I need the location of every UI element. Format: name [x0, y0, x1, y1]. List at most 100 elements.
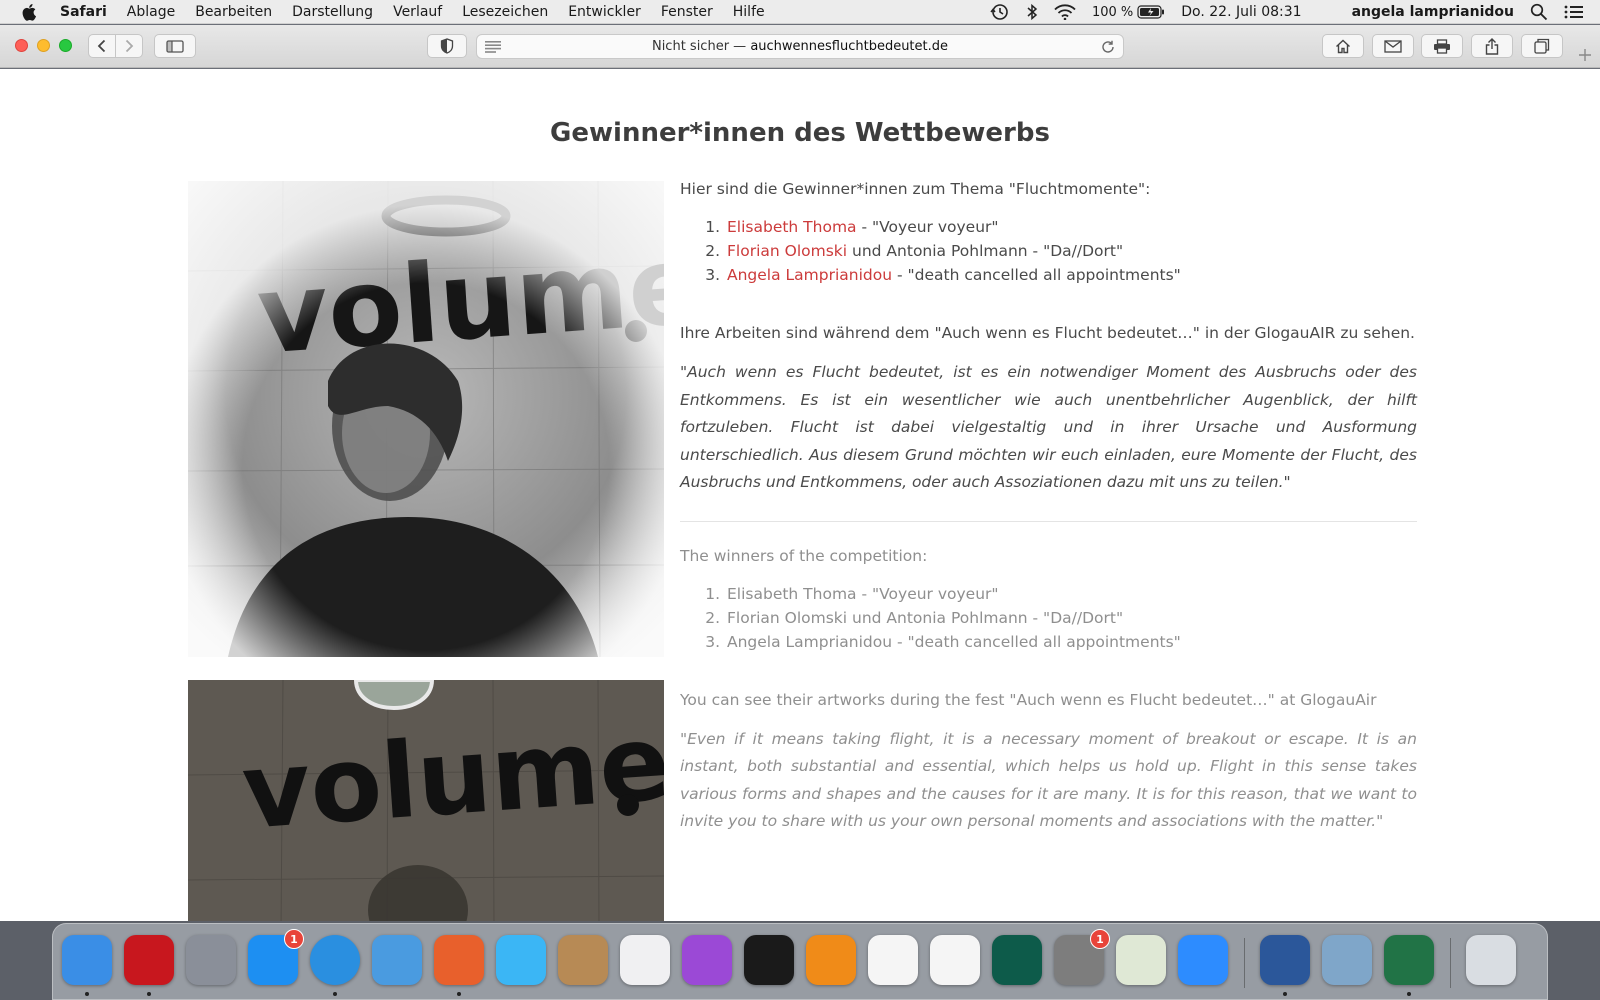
browser-toolbar: Nicht sicher — auchwennesfluchtbedeutet.…	[0, 25, 1600, 68]
exhibit-note-de: Ihre Arbeiten sind während dem "Auch wen…	[680, 324, 1415, 342]
app-store-icon[interactable]: 1	[248, 929, 304, 985]
mail-share-button[interactable]	[1372, 34, 1414, 58]
maps-icon[interactable]	[1116, 935, 1166, 985]
share-icon	[1485, 37, 1499, 55]
winner-link-angela-lamprianidou[interactable]: Angela Lamprianidou	[727, 266, 892, 284]
privacy-report-button[interactable]	[427, 34, 467, 58]
keyboard-input-flag-icon[interactable]	[1318, 6, 1336, 18]
call-quote-en: "Even if it means taking flight, it is a…	[680, 729, 1417, 831]
menu-ablage[interactable]: Ablage	[127, 4, 175, 20]
imovie-icon[interactable]	[868, 935, 918, 985]
share-button[interactable]	[1471, 34, 1513, 58]
list-item: Florian Olomski und Antonia Pohlmann - "…	[725, 606, 1417, 630]
printer-icon	[1434, 38, 1450, 54]
user-name[interactable]: angela lamprianidou	[1352, 4, 1514, 20]
wifi-icon[interactable]	[1054, 4, 1076, 20]
running-indicator-dot	[1407, 992, 1411, 996]
winner-link-elisabeth-thoma[interactable]: Elisabeth Thoma	[727, 218, 857, 236]
tabs-icon	[1534, 38, 1550, 54]
list-item: Elisabeth Thoma - "Voyeur voyeur"	[725, 582, 1417, 606]
menu-entwickler[interactable]: Entwickler	[568, 4, 641, 20]
contacts-icon[interactable]	[558, 935, 608, 985]
finder-icon[interactable]	[62, 935, 112, 985]
zoom-icon[interactable]	[1178, 935, 1228, 985]
battery-percent[interactable]: 100 %	[1092, 5, 1133, 20]
notification-center-icon[interactable]	[1564, 4, 1584, 20]
podcasts-icon[interactable]	[682, 935, 732, 985]
winner-link-florian-olomski[interactable]: Florian Olomski	[727, 242, 847, 260]
back-button[interactable]	[88, 34, 116, 58]
winners-list-en: Elisabeth Thoma - "Voyeur voyeur" Floria…	[725, 582, 1417, 654]
print-button[interactable]	[1421, 34, 1463, 58]
time-machine-status-icon[interactable]	[990, 3, 1010, 21]
messages-icon[interactable]	[496, 935, 546, 985]
language-divider	[680, 520, 1417, 522]
menu-darstellung[interactable]: Darstellung	[292, 4, 373, 20]
tv-icon[interactable]	[744, 935, 794, 985]
running-indicator-dot	[1283, 992, 1287, 996]
preview-icon[interactable]	[1322, 935, 1372, 985]
address-domain: auchwennesfluchtbedeutet.de	[750, 39, 949, 54]
reader-view-icon[interactable]	[485, 41, 501, 57]
system-preferences-icon[interactable]: 1	[1054, 929, 1110, 985]
battery-icon[interactable]	[1137, 5, 1165, 19]
trash-icon[interactable]	[1466, 935, 1516, 985]
music-icon[interactable]	[620, 935, 670, 985]
notification-badge: 1	[284, 929, 304, 949]
plus-icon	[1579, 49, 1591, 61]
sidebar-icon	[166, 39, 184, 53]
mail-icon[interactable]	[372, 935, 422, 985]
artwork-photo: volume	[188, 680, 664, 921]
word-icon[interactable]	[1260, 935, 1310, 985]
winners-intro-de: Hier sind die Gewinner*innen zum Thema "…	[680, 180, 1151, 198]
running-indicator-dot	[85, 992, 89, 996]
list-item: Florian Olomski und Antonia Pohlmann - "…	[725, 239, 1417, 263]
forward-button[interactable]	[115, 34, 143, 58]
winners-intro-en: The winners of the competition:	[680, 546, 928, 565]
sidebar-toggle-button[interactable]	[154, 34, 196, 58]
envelope-icon	[1384, 39, 1402, 53]
tab-overview-button[interactable]	[1521, 34, 1563, 58]
firefox-icon[interactable]	[434, 935, 484, 985]
excel-icon[interactable]	[1384, 935, 1434, 985]
apple-menu-icon[interactable]	[22, 3, 42, 21]
home-button[interactable]	[1322, 34, 1364, 58]
list-item: Elisabeth Thoma - "Voyeur voyeur"	[725, 215, 1417, 239]
zoom-window-button[interactable]	[59, 39, 72, 52]
reload-icon[interactable]	[1101, 40, 1115, 58]
menu-hilfe[interactable]: Hilfe	[733, 4, 765, 20]
time-machine-icon[interactable]	[992, 935, 1042, 985]
shield-icon	[440, 38, 454, 54]
spotlight-search-icon[interactable]	[1530, 3, 1548, 21]
safari-icon[interactable]	[310, 935, 360, 985]
minimize-window-button[interactable]	[37, 39, 50, 52]
menu-verlauf[interactable]: Verlauf	[393, 4, 442, 20]
list-item: Angela Lamprianidou - "death cancelled a…	[725, 630, 1417, 654]
dock-divider	[1244, 938, 1245, 988]
photos-icon[interactable]	[930, 935, 980, 985]
exhibit-note-en: You can see their artworks during the fe…	[680, 690, 1377, 709]
new-tab-button[interactable]	[1574, 43, 1596, 67]
acrobat-icon[interactable]	[124, 935, 174, 985]
chevron-left-icon	[97, 39, 106, 53]
dock-divider	[1450, 938, 1451, 988]
running-indicator-dot	[147, 992, 151, 996]
running-indicator-dot	[457, 992, 461, 996]
home-icon	[1336, 39, 1350, 53]
page-title: Gewinner*innen des Wettbewerbs	[550, 118, 1050, 148]
menu-bearbeiten[interactable]: Bearbeiten	[195, 4, 272, 20]
menu-lesezeichen[interactable]: Lesezeichen	[462, 4, 548, 20]
close-window-button[interactable]	[15, 39, 28, 52]
address-bar[interactable]: Nicht sicher — auchwennesfluchtbedeutet.…	[476, 34, 1124, 59]
launchpad-icon[interactable]	[186, 935, 236, 985]
bluetooth-icon[interactable]	[1026, 3, 1038, 21]
article-content: Hier sind die Gewinner*innen zum Thema "…	[680, 177, 1417, 850]
menu-fenster[interactable]: Fenster	[661, 4, 713, 20]
winners-list-de: Elisabeth Thoma - "Voyeur voyeur" Floria…	[725, 215, 1417, 287]
notification-badge: 1	[1090, 929, 1110, 949]
artwork-photo: volume	[188, 181, 664, 657]
menu-app-name[interactable]: Safari	[60, 4, 107, 20]
clock-datetime[interactable]: Do. 22. Juli 08:31	[1181, 4, 1301, 20]
winner-entry-text: - "Voyeur voyeur"	[856, 218, 999, 236]
books-icon[interactable]	[806, 935, 856, 985]
